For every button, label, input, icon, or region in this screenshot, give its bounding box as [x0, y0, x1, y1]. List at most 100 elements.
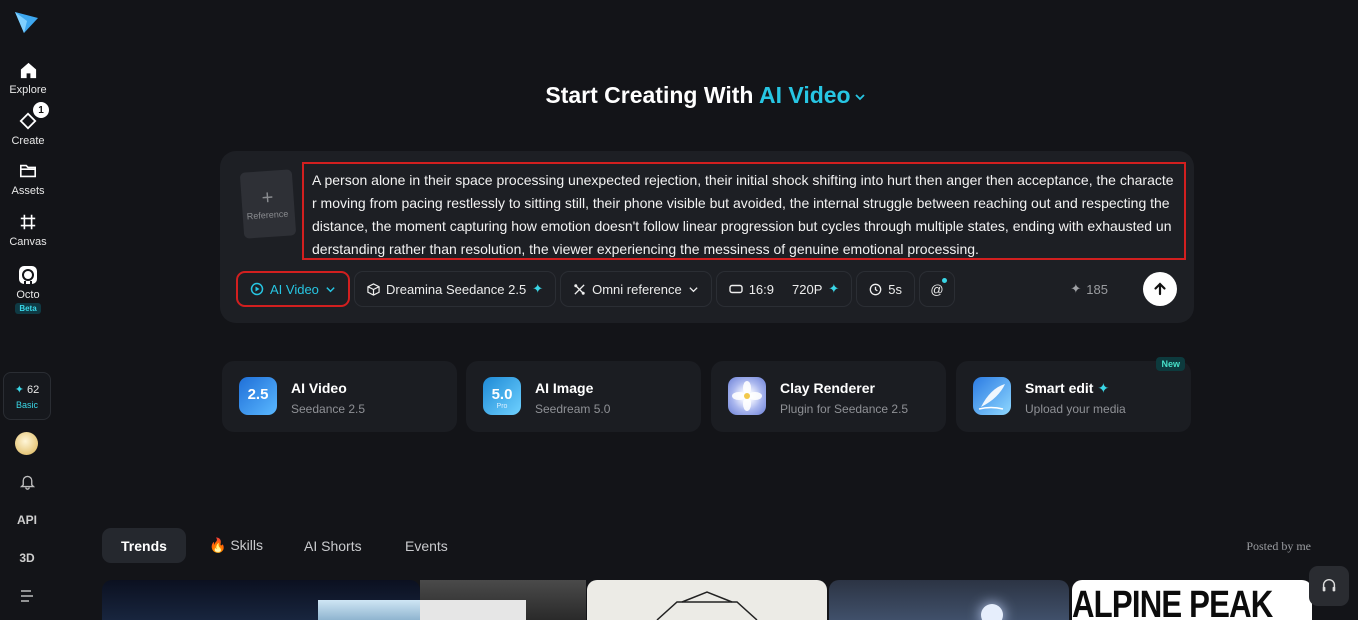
sparkle-icon: ✦ [14, 383, 24, 396]
sidebar-item-assets[interactable]: Assets [0, 160, 56, 197]
ratio-resolution-select[interactable]: 16:9 720P ✦ [715, 271, 853, 307]
moon-image [981, 604, 1003, 620]
posted-by-filter[interactable]: Posted by me [1246, 539, 1311, 554]
prompt-card: + Reference A person alone in their spac… [220, 151, 1194, 323]
bell-icon [19, 475, 35, 490]
feature-clay-renderer[interactable]: Clay Renderer Plugin for Seedance 2.5 [711, 361, 946, 432]
home-icon [17, 59, 39, 81]
resolution-label: 720P [792, 281, 823, 297]
notifications-button[interactable] [0, 473, 54, 490]
chevron-down-icon [689, 286, 698, 292]
menu-button[interactable] [0, 588, 54, 604]
3d-button[interactable]: 3D [0, 551, 54, 565]
feature-ai-image[interactable]: 5.0 Pro AI Image Seedream 5.0 [466, 361, 701, 432]
chevron-down-icon [326, 286, 335, 292]
ai-video-thumbnail: 2.5 [239, 377, 277, 415]
reference-upload-button[interactable]: + Reference [239, 169, 297, 239]
new-badge: New [1156, 357, 1185, 371]
indicator-dot [942, 278, 948, 283]
omni-reference-icon [574, 283, 585, 295]
video-mode-icon [250, 282, 264, 296]
octo-icon [17, 264, 39, 286]
feature-subtitle: Seedream 5.0 [535, 402, 611, 416]
gallery-item[interactable]: ALPINE PEAK [1072, 580, 1312, 620]
tab-trends[interactable]: Trends [102, 528, 186, 563]
thumb-version: 5.0 [491, 386, 513, 403]
feather-icon [973, 377, 1011, 415]
sidebar-item-label: Canvas [9, 236, 47, 248]
feature-smart-edit[interactable]: Smart edit ✦ Upload your media New [956, 357, 1191, 432]
prompt-input[interactable]: A person alone in their space processing… [302, 162, 1186, 260]
thumb-pro-label: Pro [496, 403, 508, 410]
gallery-item[interactable] [420, 580, 586, 620]
feature-name: Clay Renderer [780, 380, 875, 396]
gallery-item[interactable] [587, 580, 827, 620]
plan-tier: Basic [15, 399, 38, 410]
flower-icon [728, 377, 766, 415]
thumb-version: 2.5 [247, 386, 269, 403]
sidebar-item-create[interactable]: 1 Create [0, 102, 56, 147]
support-button[interactable] [1309, 566, 1349, 606]
feature-subtitle: Seedance 2.5 [291, 402, 366, 416]
reference-mode-select[interactable]: Omni reference [560, 271, 712, 307]
page-title: Start Creating With AI Video [0, 82, 1358, 109]
clock-icon [869, 283, 882, 295]
mode-label: AI Video [270, 281, 319, 297]
tab-ai-shorts[interactable]: AI Shorts [285, 528, 381, 563]
api-button[interactable]: API [0, 513, 54, 527]
sparkle-icon: ✦ [828, 281, 840, 296]
feature-name: AI Image [535, 380, 594, 396]
credits-value: 62 [27, 383, 40, 396]
title-prefix: Start Creating With [545, 82, 759, 108]
tab-skills[interactable]: 🔥 Skills [190, 528, 282, 563]
beta-badge: Beta [15, 303, 41, 314]
sparkle-icon: ✦ [532, 281, 544, 296]
reference-mode-label: Omni reference [592, 281, 682, 297]
feature-name-row: Smart edit ✦ [1025, 380, 1109, 397]
canvas-icon [17, 211, 39, 233]
generate-button[interactable] [1143, 272, 1177, 306]
sparkle-icon: ✦ [1070, 281, 1082, 296]
gallery-item[interactable] [829, 580, 1069, 620]
sparkle-icon: ✦ [1097, 380, 1110, 396]
reference-label: Reference [246, 208, 289, 221]
feature-subtitle: Plugin for Seedance 2.5 [780, 402, 909, 416]
credits-box[interactable]: ✦ 62 Basic [3, 372, 51, 420]
model-select[interactable]: Dreamina Seedance 2.5 ✦ [354, 271, 557, 307]
chevron-down-icon [854, 94, 865, 101]
plus-icon: + [260, 186, 275, 209]
sidebar-item-canvas[interactable]: Canvas [0, 211, 56, 248]
create-icon: 1 [17, 102, 49, 132]
sidebar-item-label: Create [11, 135, 45, 147]
gallery-title: ALPINE PEAK [1072, 584, 1273, 620]
duration-select[interactable]: 5s [856, 271, 916, 307]
tab-events[interactable]: Events [386, 528, 467, 563]
feature-ai-video[interactable]: 2.5 AI Video Seedance 2.5 [222, 361, 457, 432]
at-icon: @ [930, 281, 944, 297]
title-accent: AI Video [759, 82, 851, 108]
mode-select[interactable]: AI Video [236, 271, 350, 307]
ai-image-thumbnail: 5.0 Pro [483, 377, 521, 415]
folder-icon [17, 160, 39, 182]
cube-icon [367, 282, 380, 296]
feature-name: Smart edit [1025, 380, 1094, 396]
sidebar-item-label: Octo [16, 289, 40, 301]
mention-button[interactable]: @ [919, 271, 956, 307]
model-label: Dreamina Seedance 2.5 [386, 281, 527, 297]
gallery-image [318, 600, 420, 620]
arrow-up-icon [1154, 282, 1166, 296]
feature-name: AI Video [291, 380, 347, 396]
toolbar: AI Video Dreamina Seedance 2.5 ✦ Omni re… [236, 271, 959, 307]
sidebar-item-label: Assets [11, 185, 45, 197]
menu-icon [21, 590, 33, 602]
sidebar-item-octo[interactable]: Octo Beta [0, 264, 56, 314]
gallery-item[interactable] [102, 580, 420, 620]
avatar[interactable] [15, 432, 38, 455]
logo-icon[interactable] [12, 8, 40, 36]
credit-cost: ✦ 185 [1070, 281, 1108, 297]
feature-subtitle: Upload your media [1025, 402, 1126, 416]
ratio-label: 16:9 [748, 281, 775, 297]
mode-dropdown-title[interactable]: AI Video [759, 82, 867, 108]
headset-icon [1322, 579, 1336, 592]
gallery-image [420, 600, 526, 620]
